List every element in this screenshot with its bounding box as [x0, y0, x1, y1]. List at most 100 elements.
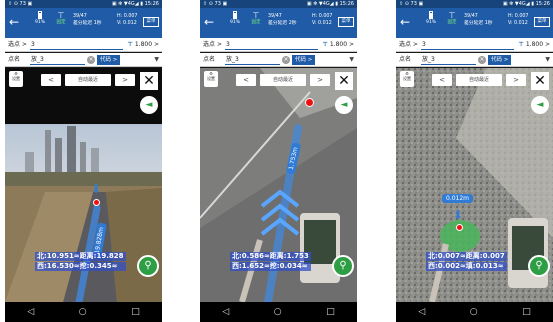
code-button[interactable]: 代码 > [488, 55, 512, 65]
point-name-field[interactable]: 放_3 [421, 55, 476, 65]
antenna-height-button[interactable]: ⊤ 1.800 > [322, 38, 354, 52]
down-arrow-icon: ⬇ [453, 208, 464, 222]
antenna-icon: ⊤ [252, 11, 260, 20]
status-left: ⇧ ⊙ 73 ▣ [399, 1, 424, 7]
nav-back-icon[interactable]: ◁ [27, 302, 34, 322]
phone-screen-3: ⇧ ⊙ 73 ▣ ▣ ✻ ▼4G◢ ▮ 15:26 ← 91% ⊤ 固定 39/4… [396, 0, 553, 322]
close-button[interactable]: ✕ [335, 72, 353, 90]
settings-button[interactable]: ⚙ 设置 [204, 71, 218, 87]
code-button[interactable]: 代码 > [97, 55, 121, 65]
back-arrow-icon[interactable]: ← [204, 15, 214, 29]
settings-label: 设置 [207, 76, 215, 81]
code-button[interactable]: 代码 > [292, 55, 316, 65]
point-name-row: 点名 放_3 × 代码 > ▼ [200, 53, 357, 67]
select-point-field[interactable]: 3 [421, 40, 514, 50]
nav-home-icon[interactable]: ○ [470, 302, 478, 322]
select-point-field[interactable]: 3 [225, 40, 318, 50]
select-point-label[interactable]: 选点 > [399, 38, 418, 52]
phone-screen-2: ⇧ ⊙ 73 ▣ ▣ ✻ ▼4G◢ ▮ 15:26 ← 91% ⊤ 固定 39/4… [200, 0, 357, 322]
next-point-button[interactable]: > [310, 74, 330, 86]
pole-icon: ⊤ [127, 41, 133, 48]
location-pin-button[interactable]: ⚲ [332, 255, 354, 277]
fix-status: 固定 [56, 20, 66, 25]
system-nav-bar: ◁ ○ □ [5, 302, 162, 322]
settings-button[interactable]: ⚙ 设置 [400, 71, 414, 87]
h-precision: H: 0.007 [312, 14, 333, 19]
nav-back-icon[interactable]: ◁ [418, 302, 425, 322]
point-name-field[interactable]: 放_3 [225, 55, 280, 65]
diff-delay: 差分延迟 2秒 [268, 21, 297, 26]
antenna-height-value: 1.800 > [134, 41, 159, 48]
gnss-status: ⊤ 固定 [445, 11, 459, 26]
chevron-down-icon[interactable]: ▼ [545, 53, 550, 67]
close-button[interactable]: ✕ [140, 72, 158, 90]
next-point-button[interactable]: > [506, 74, 526, 86]
voice-mute-icon[interactable]: ◄ [531, 96, 549, 114]
status-bar: ⇧ ⊙ 73 ▣ ▣ ✻ ▼4G◢ ▮ 15:26 [396, 0, 553, 8]
menu-button[interactable]: 菜单 [338, 17, 354, 27]
app-bar: ← 91% ⊤ 固定 39/47 差分延迟 1秒 H: 0.007 V: 0.012 … [5, 8, 162, 38]
battery-percent: 91% [425, 20, 436, 25]
battery-percent: 91% [34, 20, 45, 25]
back-arrow-icon[interactable]: ← [400, 15, 410, 29]
precision-info: H: 0.007 V: 0.012 [117, 13, 137, 27]
select-point-label[interactable]: 选点 > [8, 38, 27, 52]
auto-nearest-button[interactable]: 自动最近 [456, 74, 502, 86]
auto-nearest-button[interactable]: 自动最近 [260, 74, 306, 86]
back-arrow-icon[interactable]: ← [9, 15, 19, 29]
location-pin-button[interactable]: ⚲ [528, 255, 550, 277]
settings-button[interactable]: ⚙ 设置 [9, 71, 23, 87]
nav-home-icon[interactable]: ○ [79, 302, 87, 322]
settings-label: 设置 [12, 76, 20, 81]
antenna-height-button[interactable]: ⊤ 1.800 > [127, 38, 159, 52]
satellite-count: 39/47 [73, 14, 87, 19]
pole-icon: ⊤ [322, 41, 328, 48]
battery-percent: 91% [229, 20, 240, 25]
readout-line-1: 北:10.951≈距离:19.828 [35, 252, 126, 261]
fix-status: 固定 [251, 20, 261, 25]
point-name-row: 点名 放_3 × 代码 > ▼ [396, 53, 553, 67]
location-pin-button[interactable]: ⚲ [137, 255, 159, 277]
clear-icon[interactable]: × [282, 56, 290, 64]
menu-button[interactable]: 菜单 [534, 17, 550, 27]
chevron-down-icon[interactable]: ▼ [154, 53, 159, 67]
auto-nearest-button[interactable]: 自动最近 [65, 74, 111, 86]
rtk-info: 39/47 差分延迟 1秒 [73, 13, 102, 27]
settings-label: 设置 [403, 76, 411, 81]
readout-line-2: 西:16.530≈挖:0.345≈ [35, 262, 126, 271]
nav-back-icon[interactable]: ◁ [222, 302, 229, 322]
prev-point-button[interactable]: < [236, 74, 256, 86]
point-name-field[interactable]: 放_3 [30, 55, 85, 65]
nav-recent-icon[interactable]: □ [326, 302, 335, 322]
status-left: ⇧ ⊙ 73 ▣ [203, 1, 228, 7]
stakeout-readout: 北:0.007≈距离:0.007 西:0.002≈填:0.013≈ [426, 252, 507, 272]
close-button[interactable]: ✕ [531, 72, 549, 90]
screenshot-collage: ⇧ ⊙ 73 ▣ ▣ ✻ ▼4G◢ ▮ 15:26 ← 91% ⊤ 固定 39/4… [0, 0, 553, 322]
readout-line-2: 西:1.652≈挖:0.034≈ [230, 262, 311, 271]
antenna-height-button[interactable]: ⊤ 1.800 > [518, 38, 550, 52]
next-point-button[interactable]: > [115, 74, 135, 86]
select-point-label[interactable]: 选点 > [203, 38, 222, 52]
satellite-count: 39/47 [464, 14, 478, 19]
battery-icon [38, 11, 42, 19]
nav-recent-icon[interactable]: □ [131, 302, 140, 322]
rtk-info: 39/47 差分延迟 2秒 [268, 13, 297, 27]
voice-mute-icon[interactable]: ◄ [140, 96, 158, 114]
nav-home-icon[interactable]: ○ [274, 302, 282, 322]
chevron-down-icon[interactable]: ▼ [349, 53, 354, 67]
point-name-label: 点名 [203, 56, 216, 63]
distance-label: 0.012m [442, 194, 474, 203]
prev-point-button[interactable]: < [41, 74, 61, 86]
app-bar: ← 91% ⊤ 固定 39/47 差分延迟 2秒 H: 0.007 V: 0.012 … [200, 8, 357, 38]
status-right: ▣ ✻ ▼4G◢ ▮ 15:26 [502, 1, 550, 7]
diff-delay: 差分延迟 1秒 [73, 21, 102, 26]
prev-point-button[interactable]: < [432, 74, 452, 86]
clear-icon[interactable]: × [87, 56, 95, 64]
voice-mute-icon[interactable]: ◄ [335, 96, 353, 114]
phone-screen-1: ⇧ ⊙ 73 ▣ ▣ ✻ ▼4G◢ ▮ 15:26 ← 91% ⊤ 固定 39/4… [5, 0, 162, 322]
nav-recent-icon[interactable]: □ [522, 302, 531, 322]
select-point-field[interactable]: 3 [30, 40, 123, 50]
ar-toolbar: ⚙ 设置 < 自动最近 > ✕ [200, 68, 357, 92]
menu-button[interactable]: 菜单 [143, 17, 159, 27]
clear-icon[interactable]: × [478, 56, 486, 64]
